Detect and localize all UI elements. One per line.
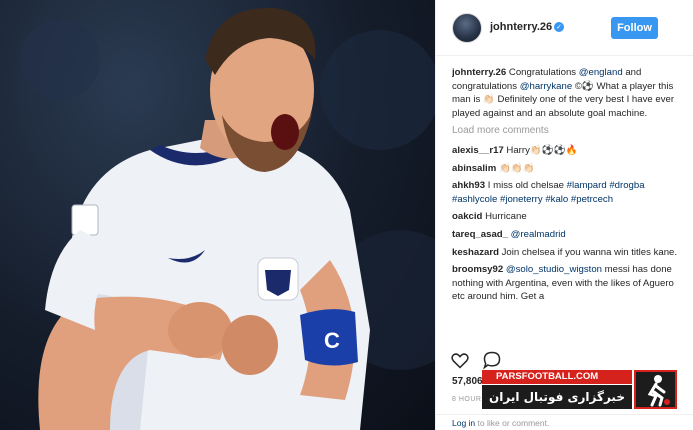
post-photo[interactable]: C — [0, 0, 435, 430]
comment-item: broomsy92 @solo_studio_wigston messi has… — [452, 263, 682, 304]
username-link[interactable]: johnterry.26 — [490, 21, 552, 33]
comment-item: alexis__r17 Harry👏🏻⚽⚽🔥 — [452, 144, 682, 158]
comment-text: 👏🏻👏🏻👏🏻 — [498, 162, 535, 174]
comment-mention[interactable]: @solo_studio_wigston — [506, 264, 602, 275]
post-caption: johnterry.26 Congratulations @england an… — [452, 67, 675, 119]
verified-badge-icon: ✓ — [554, 22, 564, 32]
parsfootball-watermark: PARSFOOTBALL.COM خبرگزاری فوتبال ایران — [482, 370, 677, 410]
follow-button[interactable]: Follow — [611, 17, 658, 39]
heart-icon[interactable] — [450, 350, 470, 370]
watermark-tagline: خبرگزاری فوتبال ایران — [482, 385, 632, 409]
comment-item: ahkh93 I miss old chelsae #lampard #drog… — [452, 179, 682, 206]
comment-item: oakcid Hurricane — [452, 210, 682, 224]
comment-username[interactable]: broomsy92 — [452, 264, 503, 275]
comment-username[interactable]: abinsalim — [452, 163, 496, 174]
caption-username[interactable]: johnterry.26 — [452, 67, 506, 78]
comment-icon[interactable] — [482, 350, 502, 370]
comment-text: Hurricane — [485, 211, 527, 223]
post-side-panel: johnterry.26 ✓ Follow johnterry.26 Congr… — [435, 0, 693, 430]
comment-item: keshazard Join chelsea if you wanna win … — [452, 246, 682, 260]
post-header: johnterry.26 ✓ Follow — [436, 0, 693, 56]
comment-text: Harry👏🏻⚽⚽🔥 — [506, 144, 578, 156]
post-actions — [450, 350, 510, 372]
avatar[interactable] — [452, 13, 482, 43]
comments-list[interactable]: johnterry.26 Congratulations @england an… — [452, 66, 682, 344]
armband-letter: C — [324, 328, 340, 353]
mention-harrykane[interactable]: @harrykane — [520, 81, 572, 92]
load-more-comments-link[interactable]: Load more comments — [452, 124, 682, 138]
comment-item: tareq_asad_ @realmadrid — [452, 228, 682, 242]
login-prompt: Log in to like or comment. — [436, 414, 693, 430]
comment-username[interactable]: tareq_asad_ — [452, 229, 508, 240]
watermark-site-label: PARSFOOTBALL.COM — [482, 370, 632, 384]
player-photo-illustration: C — [20, 7, 435, 430]
watermark-logo-icon — [634, 370, 677, 409]
comment-username[interactable]: keshazard — [452, 247, 499, 258]
comment-username[interactable]: alexis__r17 — [452, 145, 504, 156]
comment-username[interactable]: ahkh93 — [452, 180, 485, 191]
comment-mention[interactable]: @realmadrid — [511, 229, 566, 240]
login-link[interactable]: Log in — [452, 418, 475, 428]
mention-england[interactable]: @england — [579, 67, 623, 78]
comment-text: I miss old chelsae — [487, 180, 564, 192]
comment-text: Join chelsea if you wanna win titles kan… — [501, 246, 678, 258]
comment-item: abinsalim 👏🏻👏🏻👏🏻 — [452, 162, 682, 176]
comment-username[interactable]: oakcid — [452, 211, 482, 222]
